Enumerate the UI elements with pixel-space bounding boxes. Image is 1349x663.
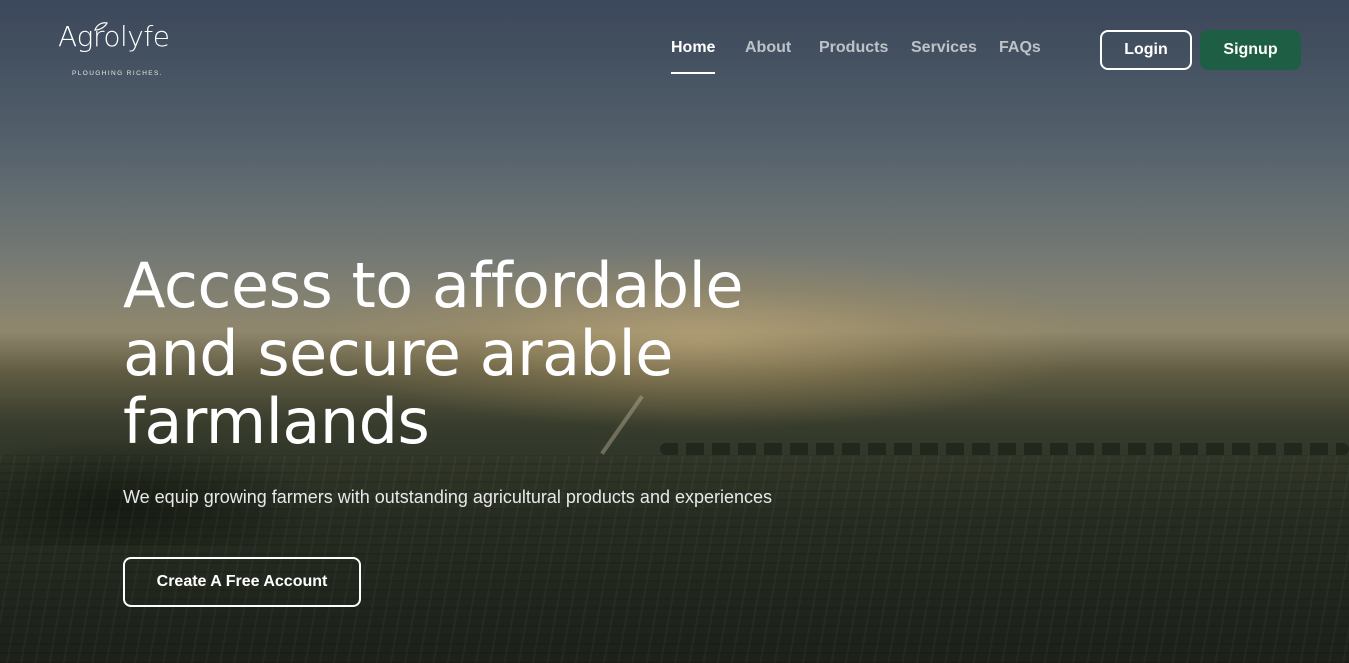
nav-home[interactable]: Home [671, 39, 716, 74]
nav-home-label: Home [671, 39, 716, 56]
nav-products[interactable]: Products [819, 39, 888, 57]
leaf-icon [94, 22, 108, 31]
logo-wordmark: Agrolyfe [58, 20, 170, 53]
login-button[interactable]: Login [1100, 30, 1192, 70]
hero-heading-line-3: farmlands [123, 385, 430, 458]
hero-subtitle: We equip growing farmers with outstandin… [123, 487, 773, 507]
hero-heading-line-1: Access to affordable [123, 249, 743, 322]
nav-services[interactable]: Services [911, 39, 977, 57]
logo-tagline: PLOUGHING RICHES. [72, 70, 163, 77]
hero-heading: Access to affordable and secure arable f… [123, 252, 823, 456]
signup-button[interactable]: Signup [1200, 30, 1301, 70]
brand-logo[interactable]: Agrolyfe PLOUGHING RICHES. [58, 20, 188, 82]
hero-heading-line-2: and secure arable [123, 317, 673, 390]
active-indicator [671, 72, 716, 74]
nav-about[interactable]: About [745, 39, 791, 57]
create-account-button[interactable]: Create A Free Account [123, 557, 361, 607]
nav-faqs[interactable]: FAQs [999, 39, 1041, 57]
